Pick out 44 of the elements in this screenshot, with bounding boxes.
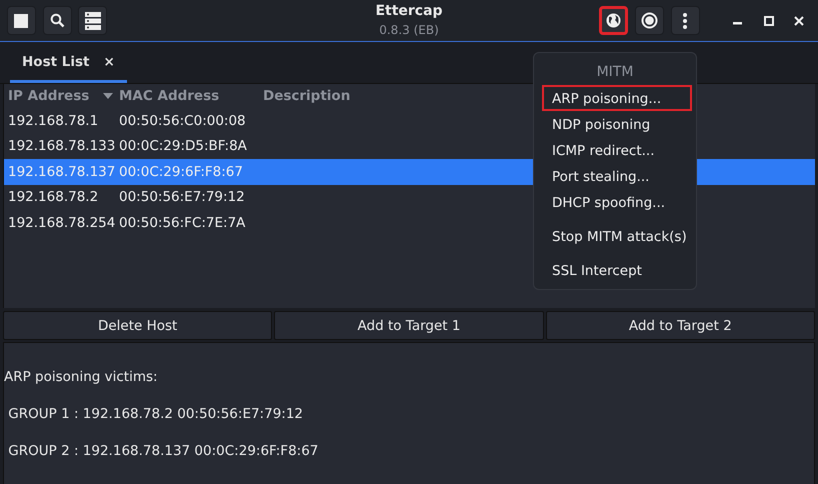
- record-icon: [641, 12, 658, 29]
- stop-icon: [14, 14, 28, 28]
- window-title: Ettercap: [374, 2, 444, 20]
- column-header[interactable]: IP Address: [4, 86, 116, 106]
- menu-title: MITM: [596, 63, 634, 82]
- search-icon: [50, 13, 64, 28]
- table-cell[interactable]: 192.168.78.2: [4, 187, 116, 208]
- close-icon: [794, 16, 804, 26]
- menu-item[interactable]: ICMP redirect...: [542, 137, 692, 163]
- hosts-button[interactable]: [78, 6, 108, 35]
- action-button[interactable]: Add to Target 2: [546, 311, 815, 340]
- table-cell[interactable]: 00:0C:29:D5:BF:8A: [116, 136, 255, 156]
- menu-item[interactable]: SSL Intercept: [542, 257, 692, 283]
- more-icon: [683, 12, 688, 28]
- server-icon: [84, 12, 101, 30]
- action-button[interactable]: Delete Host: [3, 311, 272, 340]
- menu-item[interactable]: Port stealing...: [542, 163, 692, 189]
- tab-label: Host List: [22, 52, 90, 72]
- table-cell[interactable]: 192.168.78.254: [4, 212, 116, 233]
- table-cell[interactable]: 192.168.78.133: [4, 136, 116, 156]
- table-cell[interactable]: 192.168.78.1: [4, 110, 116, 131]
- table-cell[interactable]: 00:50:56:E7:79:12: [116, 187, 255, 208]
- search-button[interactable]: [42, 6, 72, 35]
- menu-item[interactable]: DHCP spoofing...: [542, 189, 692, 215]
- minimize-icon: [733, 22, 742, 25]
- column-header[interactable]: Description: [255, 86, 350, 106]
- menu-item[interactable]: NDP poisoning: [542, 111, 692, 137]
- tab-close-button[interactable]: ×: [103, 52, 115, 72]
- action-button[interactable]: Add to Target 1: [274, 311, 544, 340]
- log-line: GROUP 2 : 192.168.78.137 00:0C:29:6F:F8:67: [7, 443, 318, 460]
- menu-item[interactable]: Stop MITM attack(s): [542, 223, 692, 249]
- table-cell[interactable]: 00:50:56:C0:00:08: [116, 110, 255, 131]
- window-subtitle: 0.8.3 (EB): [379, 23, 439, 37]
- record-button[interactable]: [635, 6, 664, 35]
- column-header[interactable]: MAC Address: [116, 86, 255, 106]
- stop-button[interactable]: [6, 6, 36, 35]
- globe-icon: [606, 13, 622, 28]
- more-button[interactable]: [670, 6, 700, 35]
- globe-button[interactable]: [599, 6, 628, 35]
- log-line: ARP poisoning victims:: [4, 369, 158, 386]
- log-line: GROUP 1 : 192.168.78.2 00:50:56:E7:79:12: [7, 406, 304, 422]
- table-cell[interactable]: 00:50:56:FC:7E:7A: [116, 212, 255, 233]
- maximize-icon: [764, 16, 774, 26]
- menu-item[interactable]: ARP poisoning...: [542, 85, 692, 111]
